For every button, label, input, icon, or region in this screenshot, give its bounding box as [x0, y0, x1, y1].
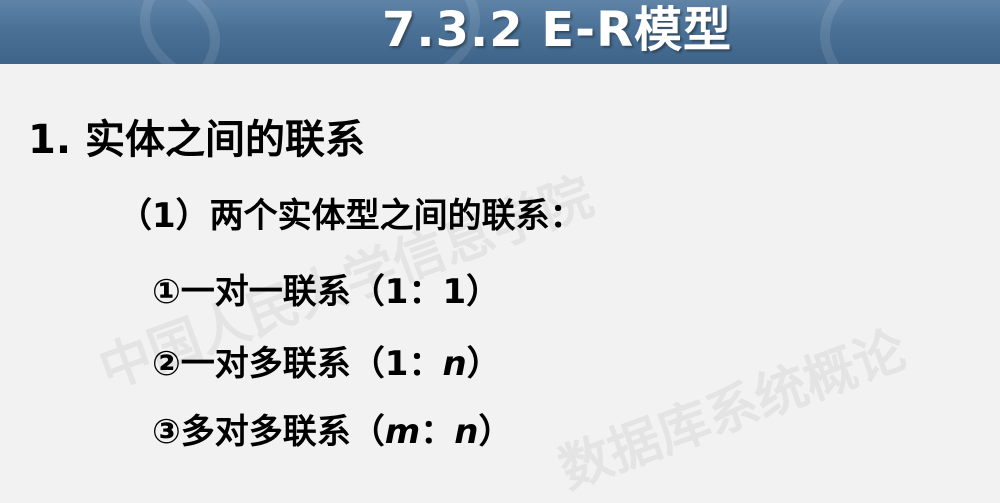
item-right-value: 1	[442, 272, 467, 312]
item-left-value: m	[384, 412, 421, 452]
item-separator: ：	[408, 344, 443, 384]
item-prefix: ①一对一联系（	[152, 272, 385, 312]
item-suffix: ）	[466, 344, 501, 384]
item-right-value: n	[442, 344, 467, 384]
item-left-value: 1	[384, 272, 409, 312]
subsection-heading: （1）两个实体型之间的联系：	[118, 196, 584, 236]
watermark-course: 数据库系统概论	[551, 319, 915, 501]
item-separator: ：	[420, 412, 455, 452]
slide-title: 7.3.2 E-R模型	[382, 2, 733, 58]
section-heading: 1. 实体之间的联系	[28, 117, 365, 163]
list-item: ①一对一联系（1：1）	[152, 268, 500, 316]
list-item: ③多对多联系（m：n）	[152, 408, 512, 456]
item-prefix: ③多对多联系（	[152, 412, 385, 452]
item-suffix: ）	[478, 412, 513, 452]
title-bar: 7.3.2 E-R模型	[0, 0, 1000, 64]
item-prefix: ②一对多联系（	[152, 344, 385, 384]
item-right-value: n	[454, 412, 479, 452]
item-separator: ：	[408, 272, 443, 312]
item-left-value: 1	[384, 344, 409, 384]
list-item: ②一对多联系（1：n）	[152, 340, 501, 388]
item-suffix: ）	[466, 272, 501, 312]
header-decoration	[820, 0, 1000, 64]
